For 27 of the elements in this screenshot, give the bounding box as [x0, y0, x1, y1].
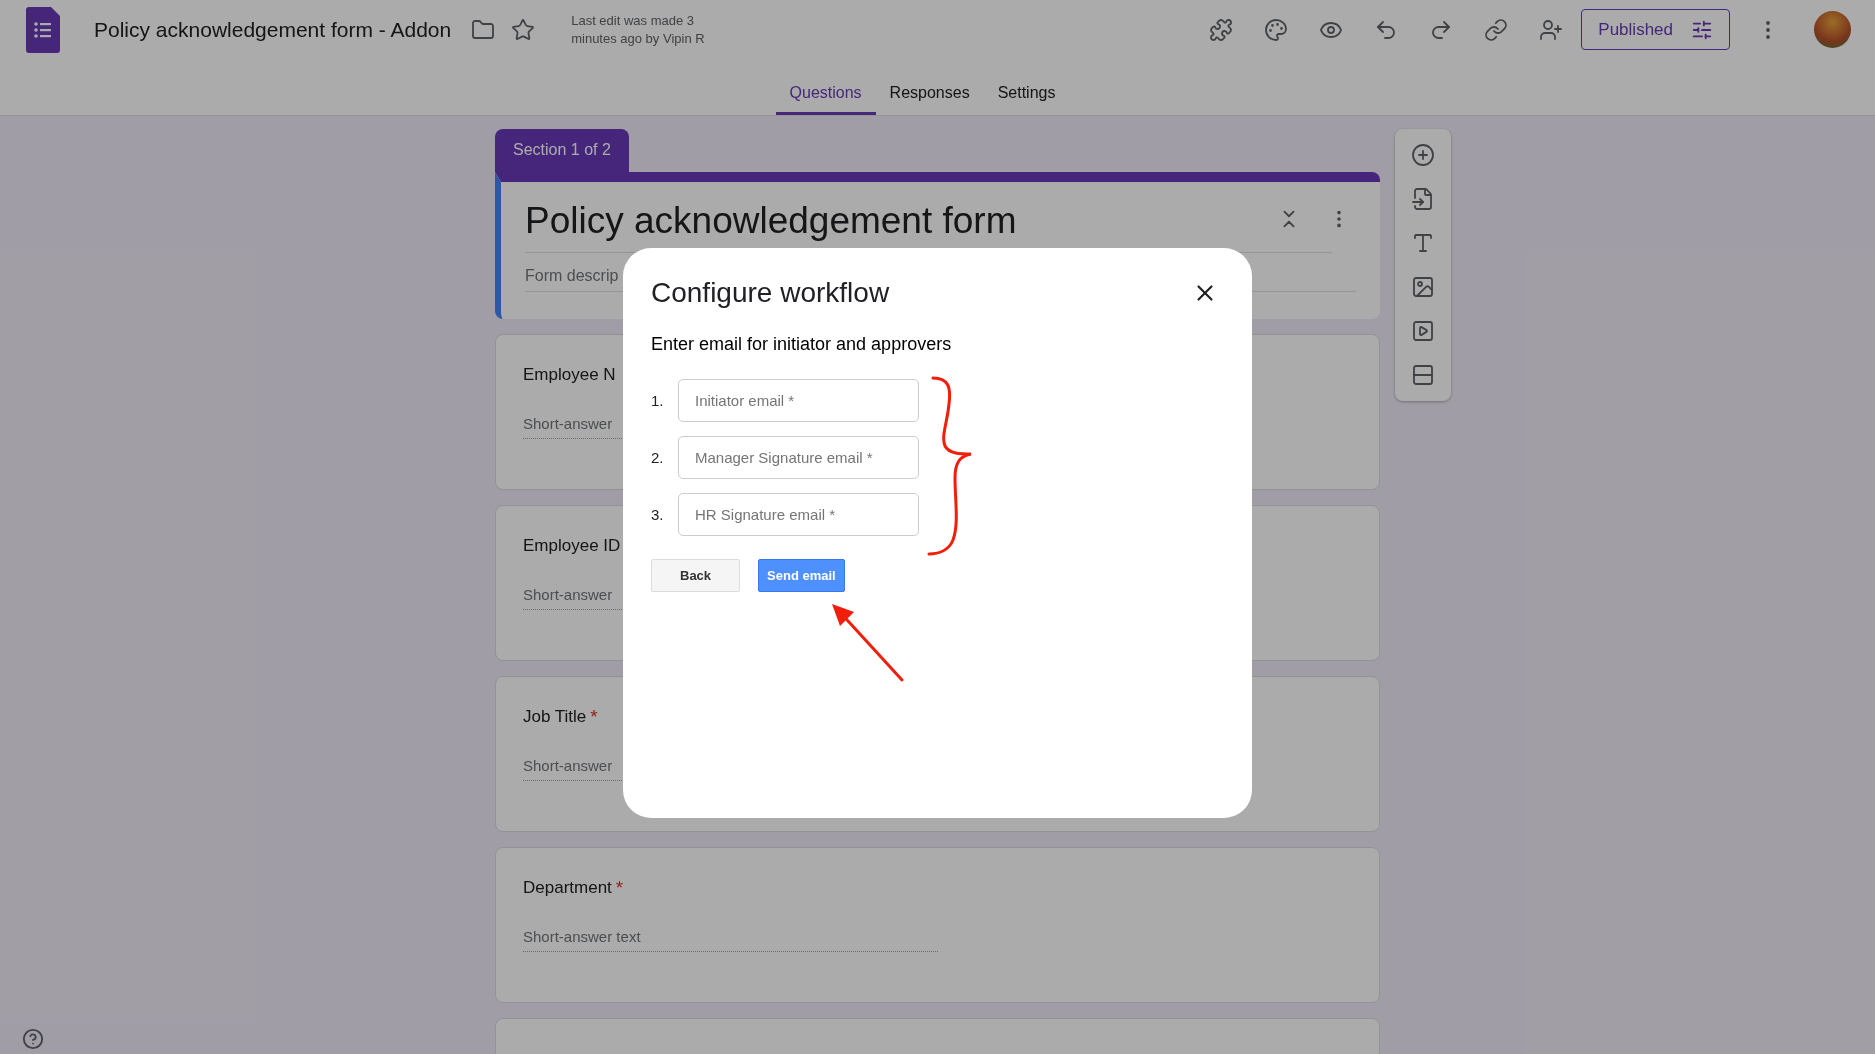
question-title: Department [523, 878, 612, 898]
tab[interactable]: Settings [983, 76, 1070, 115]
tab[interactable]: Questions [775, 76, 876, 115]
dialog-title: Configure workflow [651, 277, 890, 309]
question-card[interactable]: Department * Short-answer text [495, 847, 1380, 1003]
dialog-subtitle: Enter email for initiator and approvers [651, 334, 953, 355]
email-field[interactable]: Manager Signature email * [678, 436, 919, 479]
published-button[interactable]: Published [1581, 9, 1730, 50]
question-title: Employee ID [523, 536, 621, 556]
question-title: Employee N [523, 365, 616, 385]
email-field[interactable]: Initiator email * [678, 379, 919, 422]
required-mark: * [590, 707, 598, 726]
avatar[interactable] [1814, 11, 1851, 48]
back-button[interactable]: Back [651, 559, 741, 592]
field-number: 2. [651, 449, 665, 466]
document-title[interactable]: Policy acknowledgement form - Addon [94, 17, 452, 42]
required-mark: * [615, 878, 624, 897]
answer-placeholder: Short-answer text [523, 928, 938, 952]
forms-logo-icon[interactable] [26, 6, 60, 53]
field-number: 3. [651, 506, 665, 523]
email-field[interactable]: HR Signature email * [678, 493, 919, 536]
last-edit-text: Last edit was made 3 minutes ago by Vipin R [571, 11, 706, 48]
question-title: Job Title [523, 707, 587, 727]
field-number: 1. [651, 392, 665, 409]
tab[interactable]: Responses [875, 76, 984, 115]
help-icon[interactable] [22, 1028, 44, 1050]
sliders-icon [1691, 18, 1713, 41]
